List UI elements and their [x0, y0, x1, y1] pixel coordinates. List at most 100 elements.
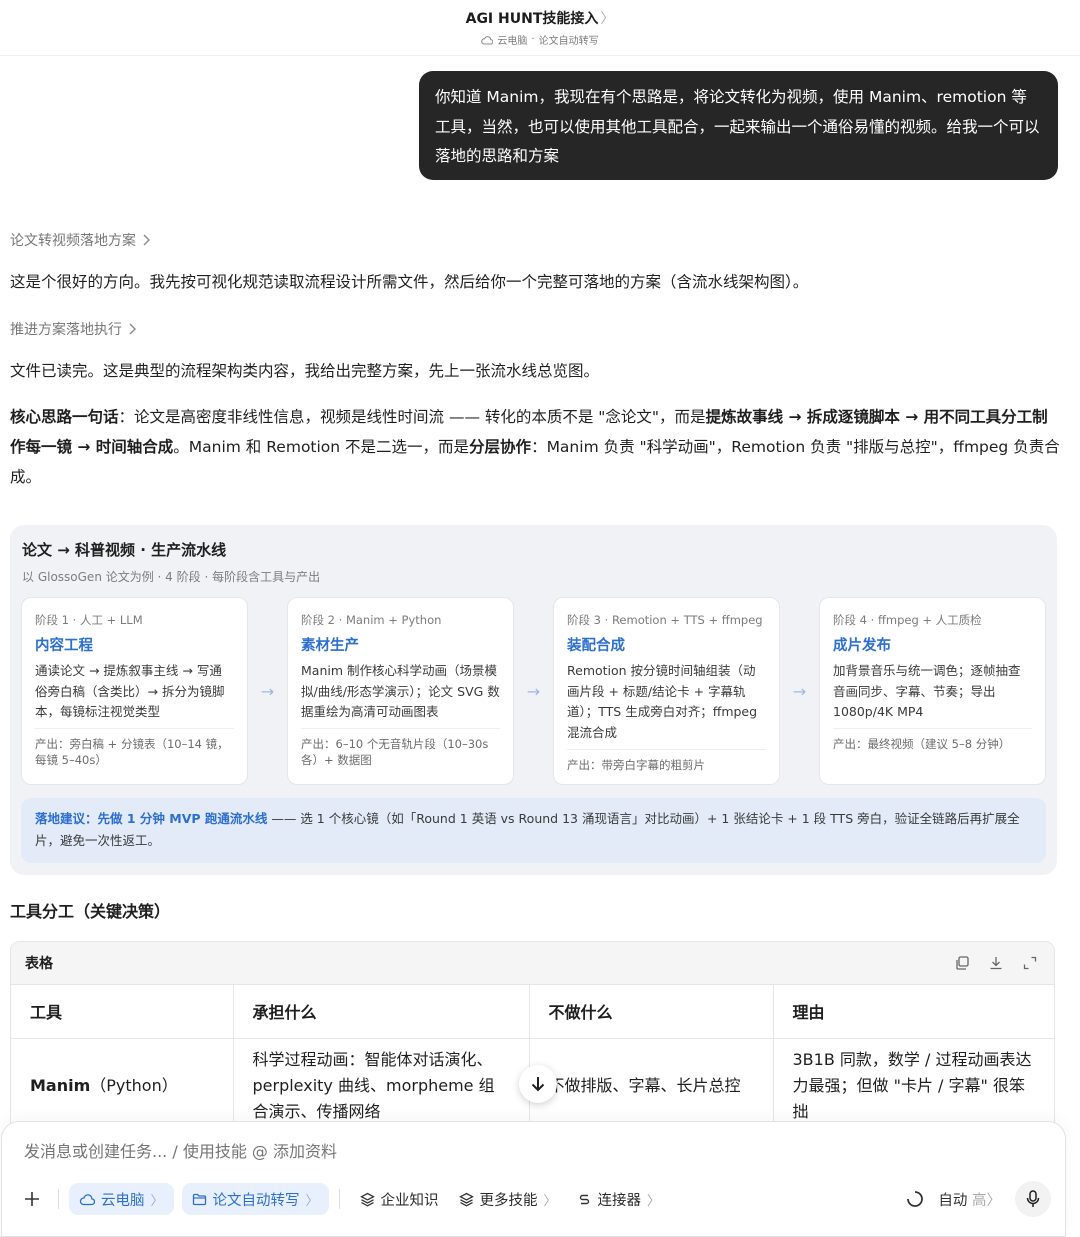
- chevron-right-icon: 〉: [150, 1193, 164, 1209]
- copy-icon[interactable]: [952, 953, 972, 973]
- stage-card: 阶段 4 · ffmpeg + 人工质检 成片发布 加背景音乐与统一调色；逐帧抽…: [819, 597, 1046, 785]
- chevron-right-icon: [129, 323, 136, 335]
- advice-box: 落地建议：先做 1 分钟 MVP 跑通流水线 —— 选 1 个核心镜（如「Rou…: [21, 798, 1046, 863]
- stage-output: 产出：旁白稿 + 分镜表（10–14 镜，每镜 5–40s）: [35, 728, 234, 768]
- task-chip[interactable]: 论文自动转写〉: [181, 1183, 329, 1215]
- layers-icon: [359, 1192, 375, 1207]
- connector-button[interactable]: 连接器〉: [567, 1183, 671, 1215]
- mode-level[interactable]: 高: [972, 1193, 987, 1209]
- chevron-right-icon: 〉: [543, 1193, 557, 1209]
- user-message-bubble: 你知道 Manim，我现在有个思路是，将论文转化为视频，使用 Manim、rem…: [419, 71, 1058, 180]
- table-cell: 不做排版、字幕、长片总控: [529, 1038, 774, 1130]
- chevron-right-icon: [143, 234, 150, 246]
- arrow-down-icon: [531, 1077, 545, 1092]
- composer-right-tools: 自动 高〉: [906, 1181, 1051, 1217]
- tool-division-table: 表格 工具 承担什么 不做什么 理由 Manim（Python） 科学过程动画：…: [10, 941, 1055, 1131]
- table-toolbar: 表格: [11, 942, 1054, 985]
- column-header: 工具: [11, 985, 234, 1039]
- subtitle-task: 论文自动转写: [538, 36, 599, 47]
- conversation-title-text[interactable]: AGI HUNT技能接入: [466, 11, 599, 27]
- stage-description: Remotion 按分镜时间轴组装（动画片段 + 标题/结论卡 + 字幕轨道）；…: [567, 663, 758, 740]
- pipeline-stages: 阶段 1 · 人工 + LLM 内容工程 通读论文 → 提炼叙事主线 → 写通俗…: [21, 597, 1046, 785]
- core-idea-text: 。Manim 和 Remotion 不是二选一，而是: [173, 438, 470, 456]
- stage-label: 阶段 2 · Manim + Python: [301, 613, 442, 627]
- stage-description: 通读论文 → 提炼叙事主线 → 写通俗旁白稿（含类比）→ 拆分为镜脚本，每镜标注…: [35, 663, 225, 719]
- core-idea-paragraph: 核心思路一句话：论文是高密度非线性信息，视频是线性时间流 —— 转化的本质不是 …: [10, 402, 1062, 492]
- expand-icon[interactable]: [1020, 953, 1040, 973]
- scroll-to-bottom-button[interactable]: [519, 1065, 557, 1103]
- loading-spinner-icon: [907, 1191, 924, 1207]
- divider: [58, 1189, 59, 1209]
- stage-output: 产出：带旁白字幕的粗剪片: [567, 749, 766, 773]
- chevron-right-icon: 〉: [647, 1193, 661, 1209]
- column-header: 不做什么: [529, 985, 774, 1039]
- stage-output: 产出：最终视频（建议 5–8 分钟）: [833, 728, 1032, 752]
- table-cell-tool: Manim（Python）: [11, 1038, 234, 1130]
- folder-icon: [192, 1193, 206, 1205]
- section-heading: 工具分工（关键决策）: [10, 902, 171, 921]
- divider: [338, 1189, 340, 1209]
- knowledge-button[interactable]: 企业知识: [350, 1183, 449, 1215]
- stage-name: 素材生产: [301, 638, 359, 654]
- assistant-paragraph: 文件已读完。这是典型的流程架构类内容，我给出完整方案，先上一张流水线总览图。: [10, 362, 600, 380]
- chevron-right-icon: 〉: [305, 1193, 319, 1209]
- conversation-subtitle: 云电脑 · 论文自动转写: [481, 32, 599, 47]
- chip-label[interactable]: 企业知识: [381, 1189, 439, 1210]
- core-idea-text: ：论文是高密度非线性信息，视频是线性时间流 —— 转化的本质不是 "念论文"，而…: [118, 408, 706, 426]
- stage-card: 阶段 3 · Remotion + TTS + ffmpeg 装配合成 Remo…: [553, 597, 780, 785]
- arrow-right-icon: →: [526, 681, 541, 701]
- microphone-icon: [1026, 1190, 1040, 1207]
- arrow-right-icon: →: [792, 681, 807, 701]
- download-icon[interactable]: [986, 953, 1006, 973]
- column-header: 理由: [773, 985, 1054, 1039]
- advice-bold: 落地建议：先做 1 分钟 MVP 跑通流水线: [35, 811, 268, 826]
- stage-card: 阶段 1 · 人工 + LLM 内容工程 通读论文 → 提炼叙事主线 → 写通俗…: [21, 597, 248, 785]
- cloud-icon: [79, 1193, 95, 1205]
- mode-label[interactable]: 自动: [938, 1193, 967, 1209]
- subtitle-separator: ·: [531, 34, 535, 45]
- stage-name: 内容工程: [35, 638, 93, 654]
- table-header-row: 工具 承担什么 不做什么 理由: [11, 985, 1054, 1039]
- cloud-computer-chip[interactable]: 云电脑〉: [69, 1183, 174, 1215]
- core-idea-bold: 核心思路一句话: [10, 408, 119, 426]
- step-link-execute[interactable]: 推进方案落地执行: [10, 319, 136, 339]
- pipeline-subtitle: 以 GlossoGen 论文为例 · 4 阶段 · 每阶段含工具与产出: [22, 570, 321, 584]
- stage-card: 阶段 2 · Manim + Python 素材生产 Manim 制作核心科学动…: [287, 597, 514, 785]
- step-link-plan[interactable]: 论文转视频落地方案: [10, 230, 150, 250]
- chevron-right-icon[interactable]: 〉: [600, 11, 614, 27]
- composer-toolbar: 云电脑〉 论文自动转写〉 企业知识 更多技能〉 连接器〉 自动 高〉: [16, 1181, 1051, 1217]
- add-button[interactable]: [16, 1183, 48, 1215]
- table-cell: 3B1B 同款，数学 / 过程动画表达力最强；但做 "卡片 / 字幕" 很笨拙: [773, 1038, 1054, 1130]
- stage-description: Manim 制作核心科学动画（场景模拟/曲线/形态学演示）；论文 SVG 数据重…: [301, 663, 500, 719]
- stage-output: 产出：6–10 个无音轨片段（10–30s 各）+ 数据图: [301, 728, 500, 768]
- microphone-button[interactable]: [1015, 1181, 1051, 1217]
- top-bar: AGI HUNT技能接入〉 云电脑 · 论文自动转写: [0, 0, 1080, 56]
- step-link-label[interactable]: 论文转视频落地方案: [10, 230, 136, 250]
- chevron-right-icon: 〉: [986, 1192, 1002, 1209]
- stage-label: 阶段 1 · 人工 + LLM: [35, 613, 143, 627]
- column-header: 承担什么: [233, 985, 530, 1039]
- conversation-title[interactable]: AGI HUNT技能接入〉: [0, 0, 1080, 28]
- chip-label[interactable]: 连接器: [598, 1189, 642, 1210]
- more-skills-button[interactable]: 更多技能〉: [449, 1183, 567, 1215]
- cloud-icon: [481, 35, 494, 44]
- step-link-label[interactable]: 推进方案落地执行: [10, 319, 122, 339]
- chip-label[interactable]: 论文自动转写: [213, 1189, 300, 1210]
- assistant-paragraph: 这是个很好的方向。我先按可视化规范读取流程设计所需文件，然后给你一个完整可落地的…: [10, 273, 809, 291]
- assistant-message: 论文转视频落地方案 这是个很好的方向。我先按可视化规范读取流程设计所需文件，然后…: [10, 230, 1062, 492]
- message-input[interactable]: [24, 1142, 724, 1161]
- chip-label[interactable]: 云电脑: [101, 1189, 145, 1210]
- table-label: 表格: [25, 956, 53, 972]
- stage-description: 加背景音乐与统一调色；逐帧抽查音画同步、字幕、节奏；导出 1080p/4K MP…: [833, 663, 1021, 719]
- chip-label[interactable]: 更多技能: [480, 1189, 538, 1210]
- layers-icon: [458, 1192, 474, 1207]
- stage-label: 阶段 3 · Remotion + TTS + ffmpeg: [567, 613, 763, 627]
- data-table: 工具 承担什么 不做什么 理由 Manim（Python） 科学过程动画：智能体…: [11, 985, 1054, 1130]
- subtitle-env: 云电脑: [497, 36, 528, 47]
- table-cell: 科学过程动画：智能体对话演化、perplexity 曲线、morpheme 组合…: [233, 1038, 530, 1130]
- pipeline-diagram: 论文 → 科普视频 · 生产流水线 以 GlossoGen 论文为例 · 4 阶…: [10, 525, 1057, 875]
- stage-label: 阶段 4 · ffmpeg + 人工质检: [833, 613, 982, 627]
- message-composer: 云电脑〉 论文自动转写〉 企业知识 更多技能〉 连接器〉 自动 高〉: [1, 1121, 1066, 1237]
- core-idea-bold: 分层协作: [469, 438, 532, 456]
- mode-selector[interactable]: 自动 高〉: [938, 1189, 1001, 1210]
